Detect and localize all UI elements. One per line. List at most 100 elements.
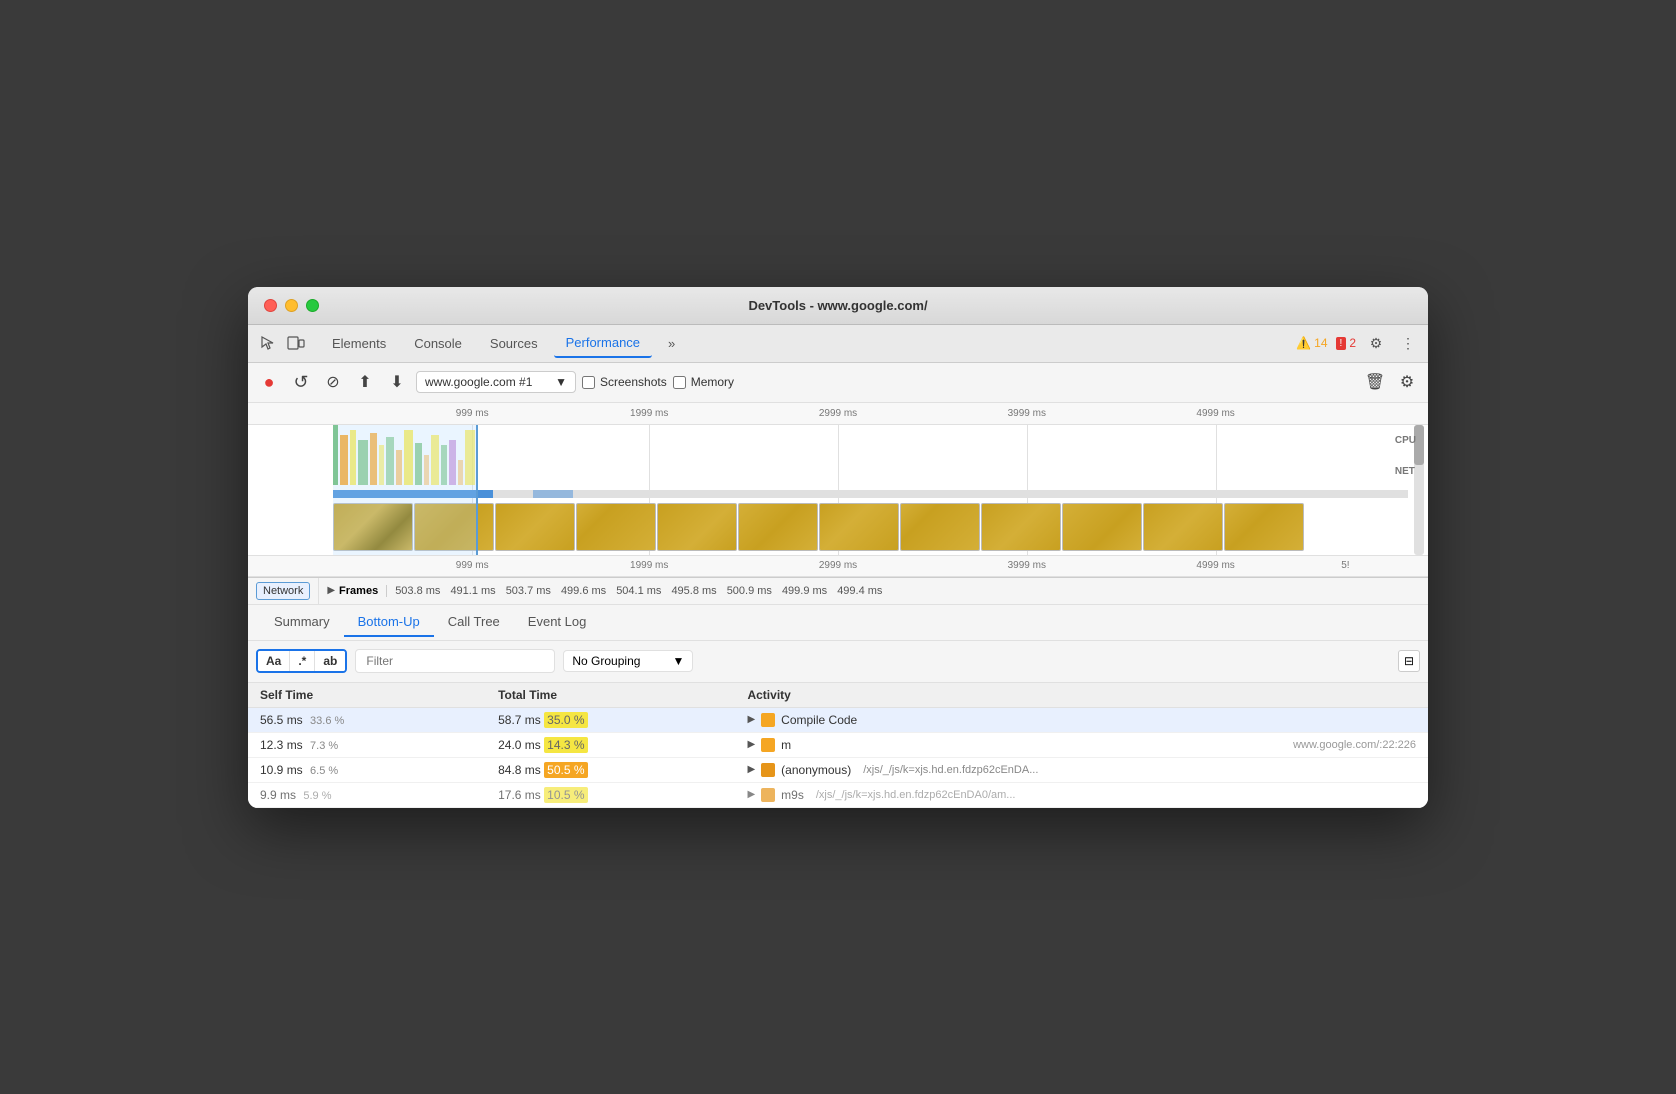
- download-button[interactable]: ⬇: [384, 369, 410, 395]
- total-time-cell: 84.8 ms 50.5 %: [486, 757, 735, 782]
- frames-label: Frames: [339, 585, 387, 597]
- screenshots-checkbox[interactable]: [582, 376, 595, 389]
- self-time-value: 12.3 ms: [260, 738, 303, 752]
- activity-content: ▶ m9s /xjs/_/js/k=xjs.hd.en.fdzp62cEnDA0…: [747, 788, 1416, 802]
- device-icon[interactable]: [284, 331, 308, 355]
- activity-content: ▶ Compile Code: [747, 713, 1416, 727]
- filter-input[interactable]: [355, 649, 555, 673]
- self-pct-value: 7.3 %: [310, 740, 338, 752]
- bottom-tick-3: 2999 ms: [819, 560, 857, 571]
- activity-name: m9s: [781, 788, 804, 802]
- activity-name: (anonymous): [781, 763, 851, 777]
- warning-badge: ⚠️ 14: [1296, 336, 1327, 350]
- screenshot-10: [1062, 503, 1142, 551]
- chart-area: CPU NET: [248, 425, 1428, 555]
- close-button[interactable]: [264, 299, 277, 312]
- bottom-tick-5: 4999 ms: [1196, 560, 1234, 571]
- memory-checkbox[interactable]: [673, 376, 686, 389]
- upload-button[interactable]: ⬆: [352, 369, 378, 395]
- warning-icon: ⚠️: [1296, 336, 1311, 350]
- total-pct-value: 35.0 %: [544, 712, 587, 728]
- data-table: Self Time Total Time Activity 56.5 ms 33…: [248, 683, 1428, 808]
- tab-more[interactable]: »: [656, 330, 687, 357]
- table-row[interactable]: 12.3 ms 7.3 % 24.0 ms 14.3 % ▶ m: [248, 732, 1428, 757]
- net-text: NET: [1395, 466, 1416, 477]
- delete-button[interactable]: 🗑: [1362, 369, 1388, 395]
- expand-icon[interactable]: ▶: [747, 789, 755, 800]
- url-arrow-icon: ▼: [555, 375, 567, 389]
- bottom-tick-1: 999 ms: [456, 560, 489, 571]
- activity-cell: ▶ Compile Code: [735, 707, 1428, 732]
- tab-summary[interactable]: Summary: [260, 608, 344, 637]
- bottom-tabs: Summary Bottom-Up Call Tree Event Log: [248, 605, 1428, 641]
- grouping-selector[interactable]: No Grouping ▼: [563, 650, 693, 672]
- activity-cell: ▶ m9s /xjs/_/js/k=xjs.hd.en.fdzp62cEnDA0…: [735, 782, 1428, 807]
- screenshot-8: [900, 503, 980, 551]
- expand-icon[interactable]: ▶: [747, 739, 755, 750]
- refresh-button[interactable]: ↺: [288, 369, 314, 395]
- cpu-label: CPU NET: [1395, 435, 1416, 477]
- table-row[interactable]: 9.9 ms 5.9 % 17.6 ms 10.5 % ▶ m9s: [248, 782, 1428, 807]
- selection-region: [333, 425, 478, 555]
- total-time-value: 84.8 ms: [498, 763, 541, 777]
- timeline-area: 999 ms 1999 ms 2999 ms 3999 ms 4999 ms C…: [248, 403, 1428, 578]
- settings-icon[interactable]: ⚙: [1364, 331, 1388, 355]
- table-row[interactable]: 10.9 ms 6.5 % 84.8 ms 50.5 % ▶ (anonymou…: [248, 757, 1428, 782]
- tab-console[interactable]: Console: [402, 330, 474, 357]
- self-time-cell: 12.3 ms 7.3 %: [248, 732, 486, 757]
- self-time-header: Self Time: [248, 683, 486, 708]
- memory-checkbox-label[interactable]: Memory: [673, 375, 734, 389]
- collapse-button[interactable]: ⊟: [1398, 650, 1420, 672]
- tab-elements[interactable]: Elements: [320, 330, 398, 357]
- clear-button[interactable]: ⊘: [320, 369, 346, 395]
- case-sensitive-button[interactable]: Aa: [258, 651, 289, 671]
- screenshots-label: Screenshots: [600, 375, 667, 389]
- frames-row: Network ▶ Frames 503.8 ms 491.1 ms 503.7…: [248, 578, 1428, 605]
- self-time-value: 56.5 ms: [260, 713, 303, 727]
- screenshot-12: [1224, 503, 1304, 551]
- screenshots-checkbox-label[interactable]: Screenshots: [582, 375, 667, 389]
- devtools-window: DevTools - www.google.com/ Elements C: [248, 287, 1428, 808]
- frame-time-5: 504.1 ms: [616, 585, 661, 597]
- title-bar: DevTools - www.google.com/: [248, 287, 1428, 325]
- frame-time-7: 500.9 ms: [727, 585, 772, 597]
- net-activity-2: [533, 490, 573, 498]
- tab-bottom-up[interactable]: Bottom-Up: [344, 608, 434, 637]
- expand-icon[interactable]: ▶: [747, 764, 755, 775]
- ruler-tick-4: 3999 ms: [1008, 408, 1046, 419]
- ruler-tick-5: 4999 ms: [1196, 408, 1234, 419]
- expand-icon[interactable]: ▶: [747, 714, 755, 725]
- frame-time-1: 503.8 ms: [395, 585, 440, 597]
- table-row[interactable]: 56.5 ms 33.6 % 58.7 ms 35.0 % ▶ Compile …: [248, 707, 1428, 732]
- more-options-icon[interactable]: ⋮: [1396, 331, 1420, 355]
- tab-bar: Elements Console Sources Performance » ⚠…: [248, 325, 1428, 363]
- frame-time-4: 499.6 ms: [561, 585, 606, 597]
- activity-content: ▶ m www.google.com/:22:226: [747, 738, 1416, 752]
- folder-icon: [761, 788, 775, 802]
- total-time-cell: 17.6 ms 10.5 %: [486, 782, 735, 807]
- record-button[interactable]: ●: [256, 369, 282, 395]
- grouping-label: No Grouping: [572, 654, 640, 668]
- cursor-icon[interactable]: [256, 331, 280, 355]
- whole-word-button[interactable]: ab: [314, 651, 345, 671]
- frame-time-3: 503.7 ms: [506, 585, 551, 597]
- tab-sources[interactable]: Sources: [478, 330, 550, 357]
- frames-section: Network: [248, 578, 319, 604]
- screenshot-11: [1143, 503, 1223, 551]
- table-body: 56.5 ms 33.6 % 58.7 ms 35.0 % ▶ Compile …: [248, 707, 1428, 807]
- url-hint: www.google.com/:22:226: [1293, 739, 1416, 751]
- tab-call-tree[interactable]: Call Tree: [434, 608, 514, 637]
- minimize-button[interactable]: [285, 299, 298, 312]
- capture-settings-icon[interactable]: ⚙: [1394, 369, 1420, 395]
- regex-button[interactable]: .*: [289, 651, 314, 671]
- total-time-value: 17.6 ms: [498, 788, 541, 802]
- total-pct-value: 50.5 %: [544, 762, 587, 778]
- maximize-button[interactable]: [306, 299, 319, 312]
- tab-performance[interactable]: Performance: [554, 329, 652, 358]
- toolbar: ● ↺ ⊘ ⬆ ⬇ www.google.com #1 ▼ Screenshot…: [248, 363, 1428, 403]
- frames-expand-icon[interactable]: ▶: [327, 585, 335, 596]
- folder-icon: [761, 763, 775, 777]
- url-selector[interactable]: www.google.com #1 ▼: [416, 371, 576, 393]
- self-pct-value: 5.9 %: [303, 790, 331, 802]
- tab-event-log[interactable]: Event Log: [514, 608, 601, 637]
